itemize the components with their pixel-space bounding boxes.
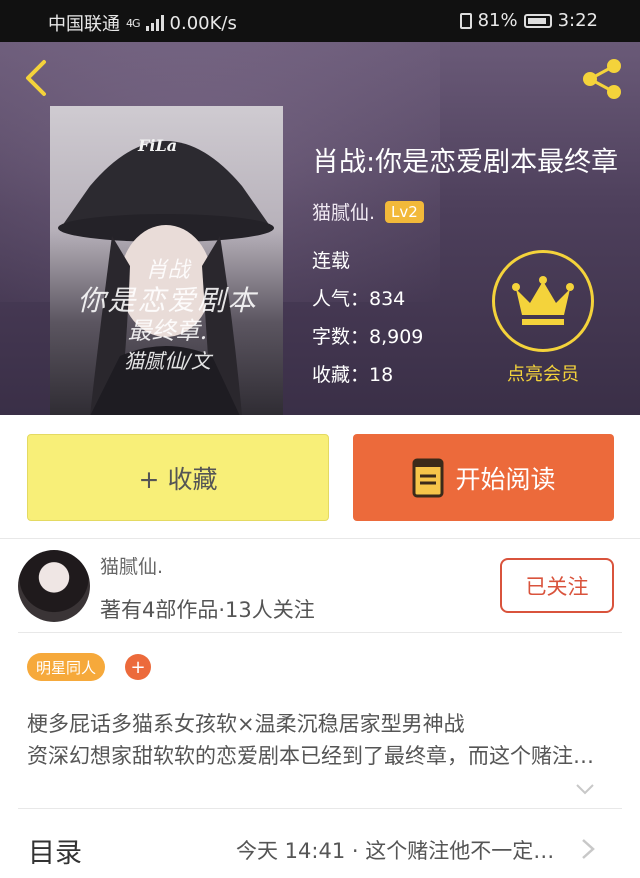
popularity-stat: 人气：834	[312, 288, 406, 310]
author-card-name[interactable]: 猫腻仙.	[100, 552, 163, 579]
tag-chip[interactable]: 明星同人	[27, 653, 106, 681]
favorites-stat: 收藏：18	[312, 364, 394, 386]
cover-text-line: 猫腻仙/文	[124, 349, 211, 373]
book-cover[interactable]: FiLa 肖战 你是恋爱剧本 最终章. 猫腻仙/文	[50, 106, 283, 415]
cover-text-line: 肖战	[145, 258, 190, 283]
plus-icon: +	[130, 656, 146, 678]
book-icon	[412, 458, 444, 497]
level-badge: Lv2	[385, 200, 424, 223]
status-bar: 中国联通 4G 0.00K/s 81% 3:22	[0, 0, 640, 42]
read-label: 开始阅读	[455, 464, 556, 494]
chevron-down-icon	[576, 784, 594, 795]
share-icon	[583, 59, 621, 99]
divider	[18, 632, 622, 633]
book-title: 肖战:你是恋爱剧本最终章	[312, 147, 619, 178]
vip-badge	[492, 250, 594, 352]
author-card-meta: 著有4部作品·13人关注	[100, 598, 315, 622]
toc-title: 目录	[28, 838, 82, 869]
author-line: 猫腻仙. Lv2	[312, 198, 424, 225]
network-speed: 0.00K/s	[169, 12, 237, 34]
avatar[interactable]	[18, 550, 90, 622]
share-button[interactable]	[578, 56, 626, 102]
battery-icon	[523, 13, 552, 28]
vip-button[interactable]: 点亮会员	[492, 250, 594, 392]
serial-status: 连载	[312, 250, 351, 272]
description-line: 资深幻想家甜软软的恋爱剧本已经到了最终章，而这个赌注他不一定会赢	[27, 744, 607, 768]
description-line: 梗多屁话多猫系女孩软×温柔沉稳居家型男神战	[27, 712, 465, 736]
cover-text-line: 最终章.	[127, 317, 208, 345]
follow-button[interactable]: 已关注	[500, 558, 614, 613]
chevron-right-icon	[582, 839, 595, 859]
vibrate-icon	[459, 12, 472, 29]
vip-label: 点亮会员	[507, 364, 579, 385]
signal-icon	[145, 15, 164, 31]
clock: 3:22	[557, 10, 598, 31]
svg-text:FiLa: FiLa	[137, 136, 177, 155]
word-count-stat: 字数：8,909	[312, 326, 424, 348]
book-author[interactable]: 猫腻仙.	[312, 198, 375, 225]
back-button[interactable]	[18, 58, 58, 98]
start-reading-button[interactable]: 开始阅读	[353, 434, 614, 521]
crown-icon	[512, 276, 574, 325]
collect-button[interactable]: + 收藏	[27, 434, 329, 521]
latest-chapter: 今天 14:41 · 这个赌注他不一定会赢	[236, 839, 566, 863]
section-divider	[0, 538, 640, 539]
carrier-label: 中国联通	[48, 14, 120, 35]
expand-description-button[interactable]	[574, 778, 596, 800]
follow-label: 已关注	[525, 574, 589, 599]
cover-text-line: 你是恋爱剧本	[77, 284, 258, 317]
collect-label: + 收藏	[138, 464, 218, 494]
table-of-contents-row[interactable]: 目录 今天 14:41 · 这个赌注他不一定会赢	[0, 809, 640, 878]
add-tag-button[interactable]: +	[125, 654, 151, 680]
tag-label: 明星同人	[36, 658, 97, 677]
book-header: FiLa 肖战 你是恋爱剧本 最终章. 猫腻仙/文 肖战:你是恋爱剧本最终章 猫…	[0, 42, 640, 415]
book-description: 梗多屁话多猫系女孩软×温柔沉稳居家型男神战 资深幻想家甜软软的恋爱剧本已经到了最…	[27, 708, 607, 772]
network-type: 4G	[126, 16, 140, 30]
battery-percent: 81%	[477, 10, 518, 31]
cover-title-art: 肖战 你是恋爱剧本 最终章. 猫腻仙/文	[60, 256, 275, 376]
